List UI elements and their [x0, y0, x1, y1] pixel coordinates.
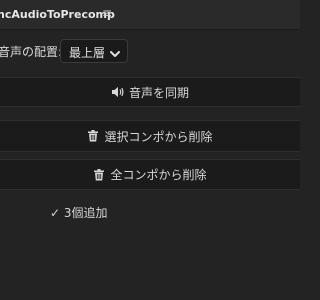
trash-icon: [87, 130, 99, 142]
sync-audio-button[interactable]: 音声を同期: [0, 77, 300, 107]
placement-label: 音声の配置:: [0, 45, 63, 59]
panel-menu-icon[interactable]: ≡: [102, 6, 112, 20]
placement-select-value: 最上層: [69, 46, 106, 60]
status-text: ✓ 3個追加: [50, 206, 108, 220]
chevron-down-icon: [109, 45, 121, 57]
delete-from-selected-button[interactable]: 選択コンポから削除: [0, 120, 300, 152]
sync-audio-label: 音声を同期: [128, 85, 189, 100]
panel-title: ncAudioToPrecomp: [0, 8, 115, 21]
delete-from-all-label: 全コンポから削除: [110, 168, 207, 182]
delete-from-selected-label: 選択コンポから削除: [104, 129, 213, 144]
placement-select[interactable]: 最上層: [60, 39, 128, 63]
delete-from-all-button[interactable]: 全コンポから削除: [0, 159, 300, 190]
speaker-icon: [111, 86, 124, 98]
panel-header: ncAudioToPrecomp ≡: [0, 0, 300, 30]
trash-icon: [93, 168, 105, 181]
